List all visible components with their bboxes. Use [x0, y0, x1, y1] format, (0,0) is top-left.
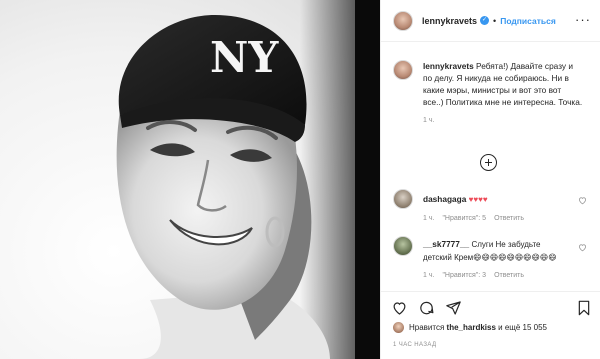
comment-meta: 1 ч. "Нравится": 5 Ответить — [423, 215, 593, 222]
comment-meta: 1 ч. "Нравится": 3 Ответить — [423, 272, 593, 279]
share-icon[interactable] — [445, 300, 462, 316]
post-side-panel: lennykravets ✓ • Подписаться ··· lennykr… — [380, 0, 600, 359]
header-separator: • — [493, 15, 497, 26]
caption-timestamp: 1 ч. — [423, 117, 435, 124]
likes-summary[interactable]: Нравится the_hardkiss и ещё 15 055 — [393, 322, 547, 333]
comments-list[interactable]: lennykravets Ребята!) Давайте сразу и по… — [381, 43, 600, 288]
save-icon[interactable] — [577, 300, 591, 316]
verified-icon: ✓ — [480, 16, 490, 25]
comment-item: __sk7777__ Слуги Не забудьте детский Кре… — [393, 236, 593, 279]
comment-body: __sk7777__ Слуги Не забудьте детский Кре… — [423, 236, 571, 264]
load-more-comments-icon[interactable] — [480, 154, 497, 171]
comment-likes-count[interactable]: "Нравится": 3 — [442, 272, 486, 279]
caption-author-avatar[interactable] — [393, 60, 413, 80]
post-actions — [381, 291, 600, 323]
liked-by-count[interactable]: и ещё 15 055 — [498, 323, 547, 332]
follow-button[interactable]: Подписаться — [500, 16, 556, 26]
caption-author-username[interactable]: lennykravets — [423, 61, 474, 71]
comment-time: 1 ч. — [423, 272, 435, 279]
comment-body: dashagaga ♥♥♥♥ — [423, 189, 571, 206]
liked-by-user[interactable]: the_hardkiss — [447, 323, 496, 332]
reply-button[interactable]: Ответить — [494, 215, 524, 222]
like-icon[interactable] — [391, 300, 408, 316]
commenter-avatar[interactable] — [393, 236, 413, 256]
post-header: lennykravets ✓ • Подписаться ··· — [381, 0, 600, 42]
caption-text: lennykravets Ребята!) Давайте сразу и по… — [423, 60, 583, 108]
liker-avatar — [393, 322, 404, 333]
comment-time: 1 ч. — [423, 215, 435, 222]
comment-username[interactable]: dashagaga — [423, 194, 466, 204]
author-username[interactable]: lennykravets — [422, 16, 477, 26]
post-photo[interactable]: NY — [0, 0, 380, 359]
portrait-image: NY — [116, 0, 380, 359]
comment-text: ♥♥♥♥ — [468, 195, 488, 204]
comment-icon[interactable] — [418, 300, 435, 316]
more-options-icon[interactable]: ··· — [575, 12, 591, 27]
cap-logo: NY — [210, 33, 279, 82]
post-caption: lennykravets Ребята!) Давайте сразу и по… — [393, 60, 593, 124]
like-comment-icon[interactable] — [578, 196, 587, 205]
comment-likes-count[interactable]: "Нравится": 5 — [442, 215, 486, 222]
liked-by-prefix: Нравится — [409, 323, 445, 332]
comment-username[interactable]: __sk7777__ — [423, 239, 469, 249]
reply-button[interactable]: Ответить — [494, 272, 524, 279]
comment-item: dashagaga ♥♥♥♥ 1 ч. "Нравится": 5 Ответи… — [393, 189, 593, 222]
post-timestamp: 1 ЧАС НАЗАД — [393, 342, 437, 348]
like-comment-icon[interactable] — [578, 243, 587, 252]
commenter-avatar[interactable] — [393, 189, 413, 209]
author-avatar[interactable] — [393, 10, 413, 31]
